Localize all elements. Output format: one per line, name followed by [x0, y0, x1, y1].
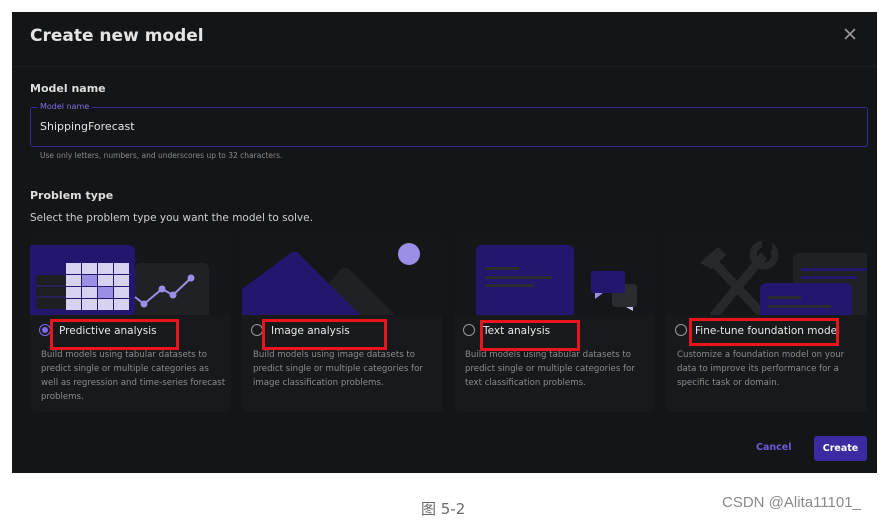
model-name-hint: Use only letters, numbers, and underscor…: [40, 151, 283, 160]
card-title: Predictive analysis: [59, 325, 157, 337]
model-name-input[interactable]: [40, 117, 840, 135]
cancel-button[interactable]: Cancel: [756, 442, 791, 453]
card-description: Build models using image datasets to pre…: [253, 350, 423, 388]
mountain-image-illustration: [242, 231, 443, 315]
card-title: Fine-tune foundation model: [695, 325, 840, 337]
problem-type-subtitle: Select the problem type you want the mod…: [30, 212, 313, 224]
model-name-field-label: Model name: [37, 102, 93, 111]
problem-type-card-text-analysis[interactable]: Text analysis Build models using tabular…: [454, 231, 655, 412]
card-title: Image analysis: [271, 325, 350, 337]
card-title: Text analysis: [483, 325, 551, 337]
predictive-analysis-radio[interactable]: [39, 324, 51, 336]
dialog-header: Create new model: [12, 12, 877, 67]
close-icon: [844, 28, 856, 40]
figure-caption: 图 5-2: [421, 500, 466, 518]
model-name-section-label: Model name: [30, 82, 106, 95]
problem-type-card-predictive-analysis[interactable]: Predictive analysis Build models using t…: [30, 231, 231, 412]
problem-type-card-fine-tune-foundation-model[interactable]: Fine-tune foundation model Customize a f…: [666, 231, 867, 412]
create-button[interactable]: Create: [814, 436, 867, 461]
problem-type-card-image-analysis[interactable]: Image analysis Build models using image …: [242, 231, 443, 412]
tools-document-illustration: [666, 231, 867, 315]
dialog-title: Create new model: [30, 26, 204, 46]
card-description: Build models using tabular datasets to p…: [41, 350, 226, 402]
text-analysis-radio[interactable]: [463, 324, 475, 336]
table-chart-illustration: [30, 231, 231, 315]
fine-tune-foundation-model-radio[interactable]: [675, 324, 687, 336]
watermark: CSDN @Alita11101_: [722, 494, 861, 511]
create-model-dialog: Create new model Model name Model name U…: [12, 12, 877, 473]
image-analysis-radio[interactable]: [251, 324, 263, 336]
card-description: Customize a foundation model on your dat…: [677, 350, 845, 388]
text-chat-illustration: [454, 231, 655, 315]
close-button[interactable]: [842, 26, 858, 42]
model-name-field[interactable]: Model name: [30, 102, 868, 147]
card-description: Build models using tabular datasets to p…: [465, 350, 635, 388]
problem-type-section-label: Problem type: [30, 189, 114, 202]
